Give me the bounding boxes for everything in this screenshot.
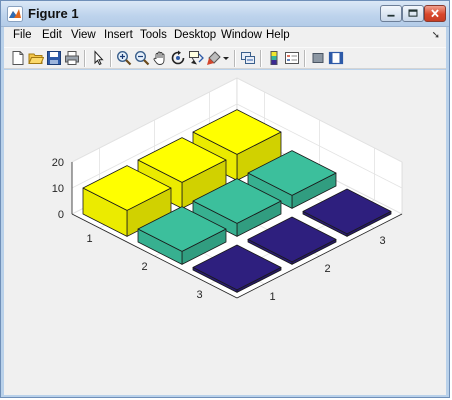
close-button[interactable] bbox=[424, 5, 446, 22]
matlab-logo-icon bbox=[7, 6, 23, 22]
zoom-in-icon bbox=[116, 50, 132, 66]
z-tick-label: 0 bbox=[58, 209, 64, 221]
menu-tools[interactable]: Tools bbox=[140, 29, 167, 41]
menu-file[interactable]: File bbox=[13, 29, 32, 41]
minimize-icon bbox=[387, 14, 395, 17]
menu-view[interactable]: View bbox=[71, 29, 96, 41]
menu-desktop[interactable]: Desktop bbox=[174, 29, 216, 41]
pan-hand-icon bbox=[153, 51, 165, 65]
edit-plot-button[interactable] bbox=[90, 50, 106, 66]
menu-window[interactable]: Window bbox=[221, 29, 262, 41]
menu-edit[interactable]: Edit bbox=[42, 29, 62, 41]
window-title: Figure 1 bbox=[28, 6, 79, 21]
link-plot-icon bbox=[241, 52, 255, 64]
menu-insert[interactable]: Insert bbox=[104, 29, 133, 41]
open-file-button[interactable] bbox=[28, 50, 44, 66]
toolbar-separator bbox=[234, 50, 236, 67]
title-bar[interactable]: Figure 1 bbox=[1, 1, 449, 27]
brush-icon bbox=[207, 51, 221, 65]
new-figure-button[interactable] bbox=[10, 50, 26, 66]
bar3-chart[interactable]: 0 10 20 1 2 3 1 2 3 bbox=[4, 70, 446, 395]
data-cursor-icon bbox=[189, 51, 204, 65]
link-plot-button[interactable] bbox=[240, 50, 256, 66]
insert-legend-icon bbox=[285, 52, 299, 64]
save-icon bbox=[47, 51, 61, 65]
brush-dropdown[interactable] bbox=[222, 50, 230, 66]
maximize-icon bbox=[408, 9, 418, 17]
menu-help[interactable]: Help bbox=[266, 29, 290, 41]
z-tick-label: 10 bbox=[52, 183, 64, 195]
rotate-3d-icon bbox=[171, 50, 185, 65]
hide-plot-tools-icon bbox=[312, 53, 324, 63]
toolbar-separator bbox=[260, 50, 262, 67]
column-tick-label: 1 bbox=[269, 291, 275, 303]
show-plot-tools-icon bbox=[328, 51, 344, 65]
column-tick-label: 2 bbox=[324, 263, 330, 275]
menu-dock-arrow-icon[interactable]: ➘ bbox=[432, 30, 440, 41]
zoom-out-button[interactable] bbox=[134, 50, 150, 66]
brush-dropdown-icon bbox=[223, 57, 229, 60]
z-tick-label: 20 bbox=[52, 157, 64, 169]
toolbar-separator bbox=[110, 50, 112, 67]
insert-colorbar-icon bbox=[270, 51, 278, 65]
toolbar-separator bbox=[304, 50, 306, 67]
figure-toolbar bbox=[4, 47, 446, 69]
row-tick-label: 3 bbox=[196, 289, 202, 301]
rotate-3d-button[interactable] bbox=[170, 50, 186, 66]
print-button[interactable] bbox=[64, 50, 80, 66]
column-tick-label: 3 bbox=[379, 235, 385, 247]
figure-window: Figure 1 File Edit View Insert Tools Des… bbox=[0, 0, 450, 398]
insert-legend-button[interactable] bbox=[284, 50, 300, 66]
brush-button[interactable] bbox=[206, 50, 222, 66]
minimize-button[interactable] bbox=[380, 5, 402, 22]
zoom-in-button[interactable] bbox=[116, 50, 132, 66]
toolbar-separator bbox=[84, 50, 86, 67]
hide-plot-tools-button[interactable] bbox=[310, 50, 326, 66]
plot-area[interactable]: 0 10 20 1 2 3 1 2 3 bbox=[4, 70, 446, 395]
insert-colorbar-button[interactable] bbox=[266, 50, 282, 66]
close-icon bbox=[431, 9, 439, 18]
row-tick-label: 1 bbox=[86, 233, 92, 245]
edit-plot-arrow-icon bbox=[94, 50, 104, 66]
print-icon bbox=[65, 51, 79, 65]
save-button[interactable] bbox=[46, 50, 62, 66]
maximize-button[interactable] bbox=[402, 5, 424, 22]
show-plot-tools-button[interactable] bbox=[328, 50, 344, 66]
pan-button[interactable] bbox=[152, 50, 168, 66]
row-tick-label: 2 bbox=[141, 261, 147, 273]
open-file-icon bbox=[28, 53, 44, 64]
data-cursor-button[interactable] bbox=[188, 50, 204, 66]
new-figure-icon bbox=[12, 51, 24, 65]
zoom-out-icon bbox=[134, 50, 150, 66]
menu-bar: File Edit View Insert Tools Desktop Wind… bbox=[4, 27, 446, 47]
